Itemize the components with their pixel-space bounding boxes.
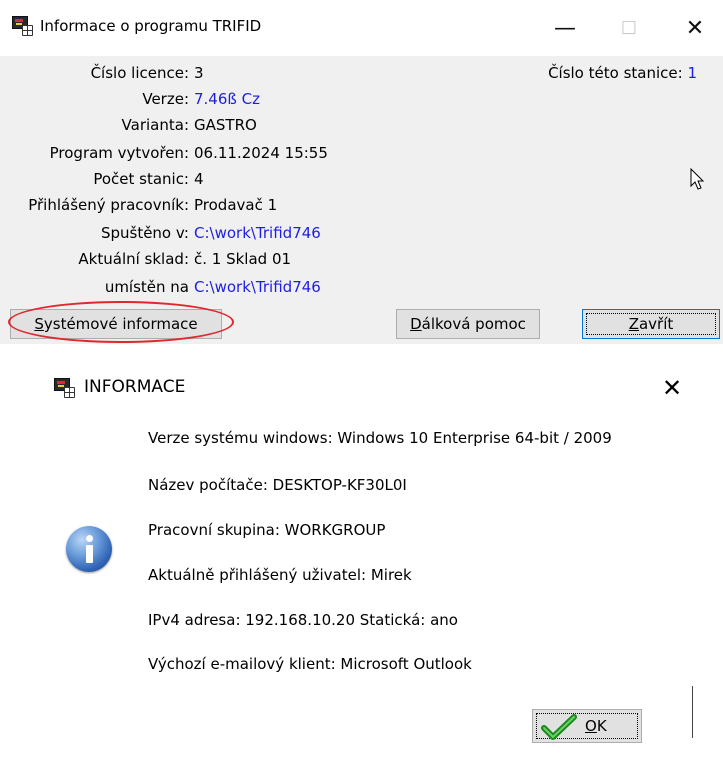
info-row-value: 3 — [194, 64, 204, 82]
info-row: Varianta: GASTRO — [0, 114, 723, 136]
info-row-value: C:\work\Trifid746 — [194, 224, 321, 242]
close-icon[interactable]: ✕ — [654, 370, 690, 406]
highlight-ellipse — [8, 301, 234, 343]
info-row-label: Varianta: — [121, 116, 189, 134]
system-info-line: IPv4 adresa: 192.168.10.20 Statická: ano — [148, 611, 458, 629]
info-row: Počet stanic: 4 — [0, 168, 723, 190]
info-row-label: Program vytvořen: — [49, 144, 189, 162]
info-row: Program vytvořen: 06.11.2024 15:55 — [0, 142, 723, 164]
info-row-value: 06.11.2024 15:55 — [194, 144, 328, 162]
info-row-label: Počet stanic: — [93, 170, 189, 188]
info-row: umístěn na C:\work\Trifid746 — [0, 276, 723, 298]
info-row-value: C:\work\Trifid746 — [194, 278, 321, 296]
info-row-value: Prodavač 1 — [194, 196, 278, 214]
info-row-label: Aktuální sklad: — [78, 250, 189, 268]
ok-button[interactable]: OK — [532, 709, 642, 743]
trifid-app-icon — [12, 16, 33, 36]
close-button[interactable]: Zavřít — [582, 309, 720, 339]
system-info-line: Výchozí e-mailový klient: Microsoft Outl… — [148, 655, 472, 673]
system-info-line: Název počítače: DESKTOP-KF30L0I — [148, 476, 407, 494]
divider — [692, 686, 693, 738]
station-number-value: 1 — [687, 64, 697, 82]
trifid-app-icon — [54, 378, 75, 398]
system-info-line: Pracovní skupina: WORKGROUP — [148, 521, 386, 539]
info-row-label: Spuštěno v: — [100, 224, 189, 242]
info-row-value: č. 1 Sklad 01 — [194, 250, 292, 268]
system-info-line: Verze systému windows: Windows 10 Enterp… — [148, 429, 612, 447]
info-row-value: 4 — [194, 170, 204, 188]
info-row: Přihlášený pracovník: Prodavač 1 — [0, 194, 723, 216]
about-window: Informace o programu TRIFID — ☐ ✕ Číslo … — [0, 0, 723, 344]
station-number-label: Číslo této stanice: — [548, 64, 683, 82]
info-row-value: GASTRO — [194, 116, 257, 134]
info-row: Spuštěno v: C:\work\Trifid746 — [0, 222, 723, 244]
mouse-cursor-icon — [690, 168, 705, 190]
checkmark-icon — [541, 714, 577, 740]
info-row: Aktuální sklad: č. 1 Sklad 01 — [0, 248, 723, 270]
station-number: Číslo této stanice: 1 — [548, 62, 697, 84]
information-dialog-title: INFORMACE — [84, 377, 186, 397]
info-row-label: umístěn na — [104, 278, 189, 296]
info-row-label: Verze: — [142, 90, 189, 108]
about-window-title: Informace o programu TRIFID — [40, 17, 262, 35]
info-row: Verze: 7.46ß Cz — [0, 88, 723, 110]
remote-help-button[interactable]: Dálková pomoc — [396, 309, 540, 339]
about-titlebar[interactable]: Informace o programu TRIFID — ☐ ✕ — [0, 0, 723, 56]
info-row-label: Přihlášený pracovník: — [28, 196, 189, 214]
info-icon — [66, 526, 112, 572]
system-info-line: Aktuálně přihlášený uživatel: Mirek — [148, 566, 412, 584]
maximize-button[interactable]: ☐ — [606, 10, 652, 46]
minimize-button[interactable]: — — [542, 10, 588, 46]
close-window-button[interactable]: ✕ — [672, 10, 718, 46]
info-row-value: 7.46ß Cz — [194, 90, 260, 108]
info-row-label: Číslo licence: — [90, 64, 189, 82]
